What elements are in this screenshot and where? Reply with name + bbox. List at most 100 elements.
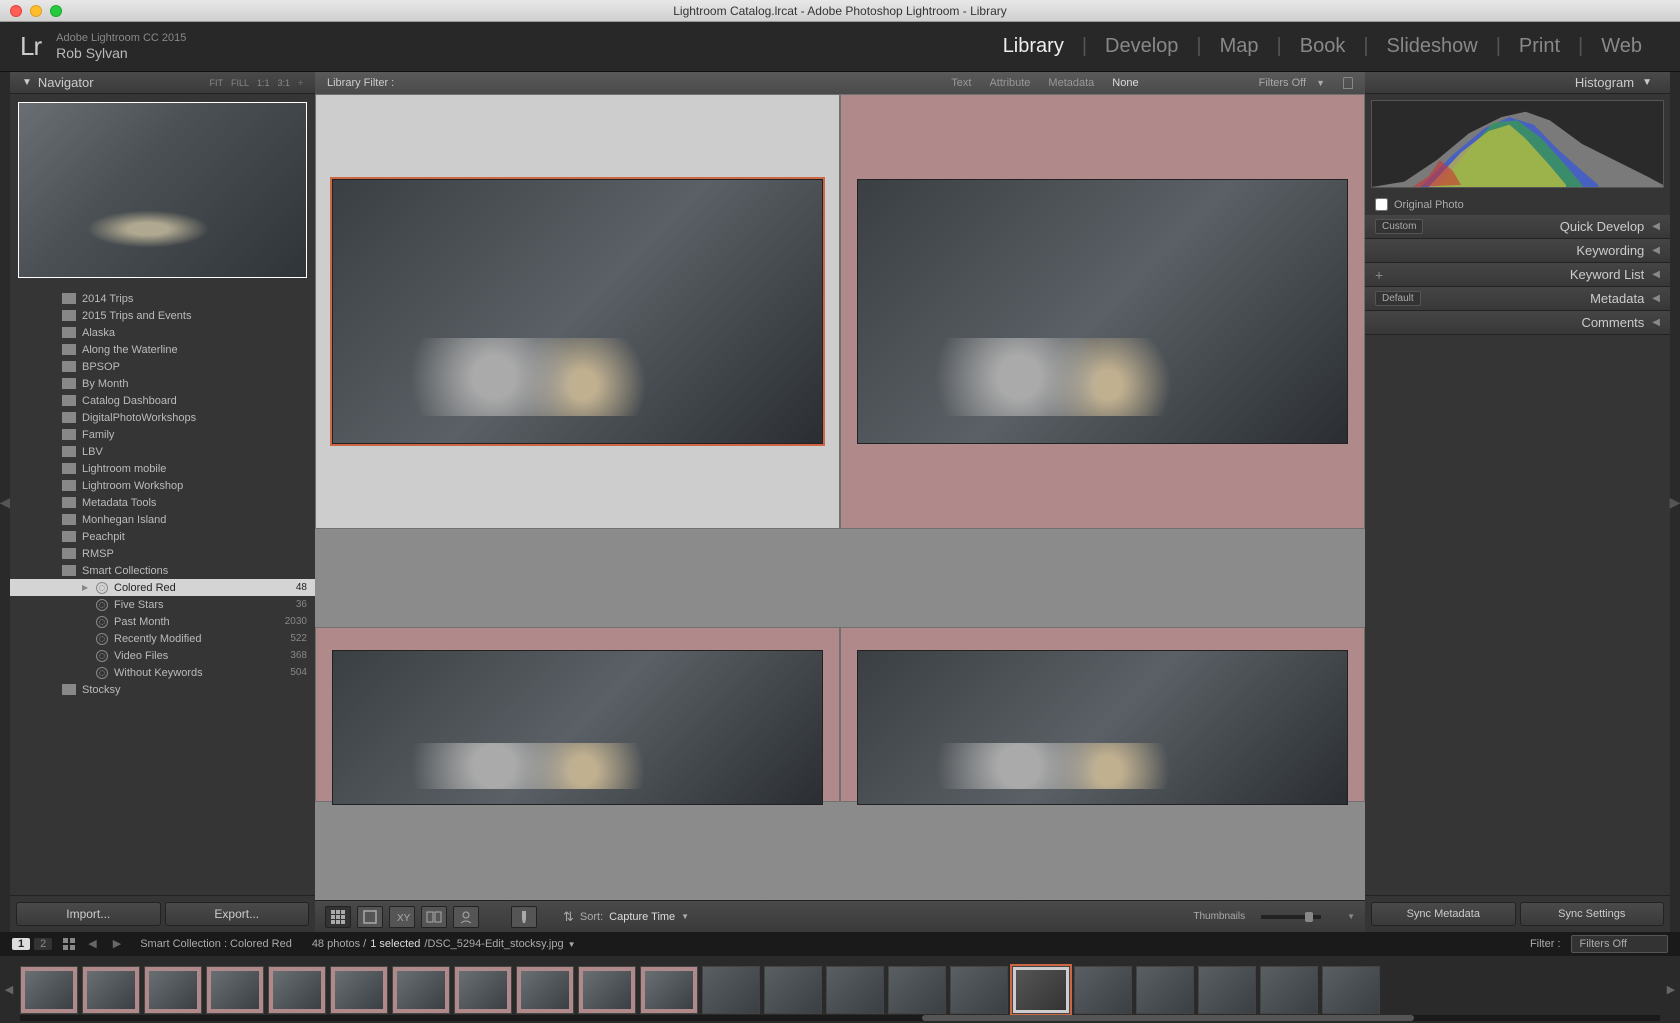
chevron-down-icon[interactable]: ▼ [1347,912,1355,921]
zoom-window-button[interactable] [50,5,62,17]
filmstrip-scroll-right[interactable]: ▶ [1664,966,1678,1014]
filmstrip-thumbnail[interactable] [82,966,140,1014]
filter-text[interactable]: Text [951,77,971,89]
photo-thumbnail[interactable] [857,650,1349,806]
painter-tool-button[interactable] [511,906,537,928]
filter-dropdown[interactable]: Filters Off [1571,935,1668,953]
disclosure-triangle-icon[interactable]: ▶ [66,362,72,371]
disclosure-triangle-icon[interactable]: ▶ [66,498,72,507]
photo-thumbnail[interactable] [857,179,1349,443]
filmstrip-thumbnail[interactable] [268,966,326,1014]
sync-settings-button[interactable]: Sync Settings [1520,902,1665,926]
disclosure-triangle-icon[interactable]: ▶ [66,430,72,439]
filmstrip-thumbnail[interactable] [206,966,264,1014]
photo-thumbnail[interactable] [332,179,824,443]
collection-set-lightroom-workshop[interactable]: ▶Lightroom Workshop [10,477,315,494]
filmstrip-thumbnail[interactable] [1260,966,1318,1014]
keyword-list-header[interactable]: + Keyword List ◀ [1365,263,1670,287]
histogram-header[interactable]: Histogram ▼ [1365,72,1670,94]
disclosure-triangle-icon[interactable]: ▼ [66,566,74,575]
filmstrip-scrollbar[interactable] [20,1015,1660,1021]
comments-header[interactable]: Comments ◀ [1365,311,1670,335]
disclosure-triangle-icon[interactable]: ▶ [66,481,72,490]
navigator-header[interactable]: ▼ Navigator FIT FILL 1:1 3:1 ÷ [10,72,315,94]
filmstrip[interactable]: ◀ ▶ [0,956,1680,1023]
filter-none[interactable]: None [1112,77,1138,89]
collection-set-digitalphotoworkshops[interactable]: ▶DigitalPhotoWorkshops [10,409,315,426]
smart-collection-colored-red[interactable]: ▶Colored Red48 [10,579,315,596]
nav-fit[interactable]: FIT [210,78,224,88]
disclosure-triangle-icon[interactable]: ▶ [66,447,72,456]
disclosure-triangle-icon[interactable]: ▶ [66,345,72,354]
metadata-header[interactable]: Default Metadata ◀ [1365,287,1670,311]
export-button[interactable]: Export... [165,902,310,926]
import-button[interactable]: Import... [16,902,161,926]
collection-set-along-the-waterline[interactable]: ▶Along the Waterline [10,341,315,358]
module-print[interactable]: Print [1501,35,1578,58]
primary-display-button[interactable]: 1 [12,938,30,950]
module-develop[interactable]: Develop [1087,35,1196,58]
disclosure-triangle-icon[interactable]: ▶ [82,583,88,592]
filmstrip-thumbnail[interactable] [578,966,636,1014]
sync-metadata-button[interactable]: Sync Metadata [1371,902,1516,926]
smart-collection-past-month[interactable]: Past Month2030 [10,613,315,630]
forward-arrow[interactable]: ▶ [113,937,121,951]
collection-set-stocksy[interactable]: ▶Stocksy [10,681,315,698]
navigator-preview[interactable] [10,94,315,286]
keywording-header[interactable]: Keywording ◀ [1365,239,1670,263]
collection-set-by-month[interactable]: ▶By Month [10,375,315,392]
disclosure-triangle-icon[interactable]: ▶ [66,549,72,558]
survey-view-button[interactable] [421,906,447,928]
disclosure-triangle-icon[interactable]: ▶ [66,328,72,337]
grid-cell[interactable] [840,627,1365,802]
module-book[interactable]: Book [1282,35,1364,58]
sort-direction-icon[interactable]: ⇅ [563,909,574,925]
grid-view-button[interactable] [325,906,351,928]
collection-set-monhegan-island[interactable]: ▶Monhegan Island [10,511,315,528]
module-map[interactable]: Map [1202,35,1277,58]
smart-collection-without-keywords[interactable]: Without Keywords504 [10,664,315,681]
disclosure-triangle-icon[interactable]: ▶ [66,311,72,320]
left-panel-collapse[interactable]: ◀ [0,72,10,932]
filmstrip-thumbnail[interactable] [392,966,450,1014]
quick-develop-header[interactable]: Custom Quick Develop ◀ [1365,215,1670,239]
filmstrip-thumbnail[interactable] [1136,966,1194,1014]
disclosure-triangle-icon[interactable]: ▶ [66,464,72,473]
filmstrip-thumbnail[interactable] [330,966,388,1014]
lock-icon[interactable] [1343,77,1353,89]
collection-set-2015-trips-and-events[interactable]: ▶2015 Trips and Events [10,307,315,324]
collection-set-lbv[interactable]: ▶LBV [10,443,315,460]
filter-metadata[interactable]: Metadata [1048,77,1094,89]
filmstrip-thumbnail[interactable] [950,966,1008,1014]
metadata-preset-dropdown[interactable]: Default [1375,291,1421,306]
disclosure-triangle-icon[interactable]: ▶ [66,413,72,422]
collection-set-family[interactable]: ▶Family [10,426,315,443]
original-photo-checkbox[interactable] [1375,198,1388,211]
nav-zoom-menu[interactable]: ÷ [298,78,303,88]
disclosure-triangle-icon[interactable]: ▶ [66,379,72,388]
minimize-window-button[interactable] [30,5,42,17]
collection-set-bpsop[interactable]: ▶BPSOP [10,358,315,375]
smart-collection-five-stars[interactable]: Five Stars36 [10,596,315,613]
disclosure-triangle-icon[interactable]: ▶ [66,532,72,541]
right-panel-collapse[interactable]: ▶ [1670,72,1680,932]
collection-set-peachpit[interactable]: ▶Peachpit [10,528,315,545]
plus-icon[interactable]: + [1375,267,1383,283]
nav-3to1[interactable]: 3:1 [278,78,291,88]
source-path[interactable]: Smart Collection : Colored Red [140,938,292,950]
filmstrip-thumbnail[interactable] [20,966,78,1014]
secondary-display-button[interactable]: 2 [34,938,52,950]
filmstrip-thumbnail[interactable] [640,966,698,1014]
module-web[interactable]: Web [1583,35,1660,58]
filter-attribute[interactable]: Attribute [989,77,1030,89]
filmstrip-thumbnail[interactable] [702,966,760,1014]
filmstrip-thumbnail[interactable] [764,966,822,1014]
filmstrip-thumbnail[interactable] [1198,966,1256,1014]
smart-collection-video-files[interactable]: Video Files368 [10,647,315,664]
nav-1to1[interactable]: 1:1 [257,78,270,88]
grid-cell[interactable] [315,627,840,802]
disclosure-triangle-icon[interactable]: ▶ [66,294,72,303]
filmstrip-thumbnail[interactable] [1322,966,1380,1014]
treatment-dropdown[interactable]: Custom [1375,219,1423,234]
sort-dropdown[interactable]: Capture Time [609,911,675,923]
